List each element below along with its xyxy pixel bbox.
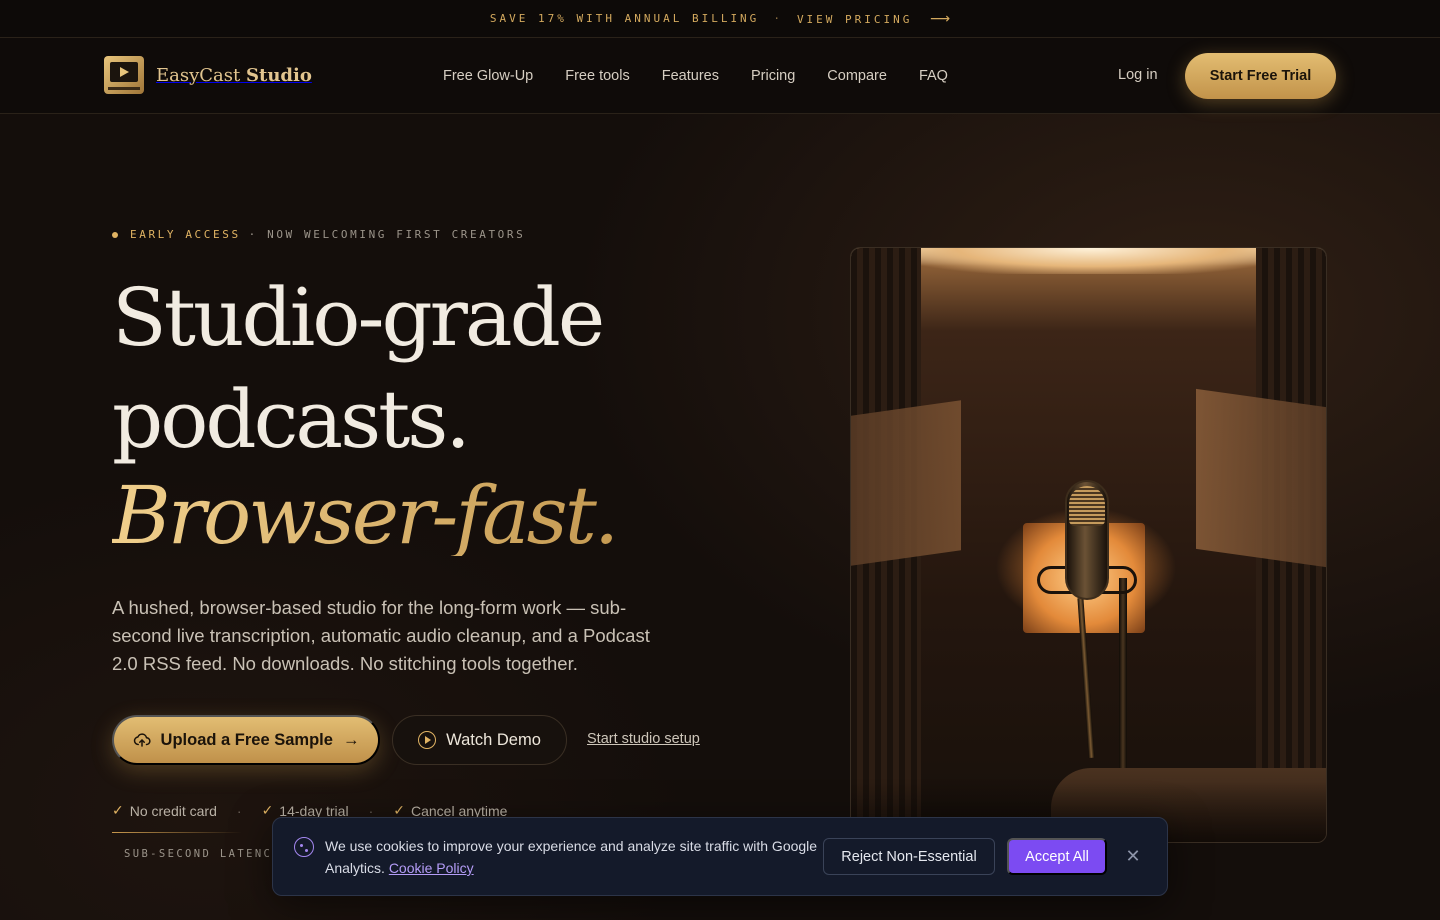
play-icon bbox=[418, 731, 437, 749]
benefit-label: No credit card bbox=[129, 802, 217, 819]
check-icon: ✓ bbox=[112, 802, 124, 818]
view-pricing-label: VIEW PRICING bbox=[796, 12, 913, 26]
eyebrow-rest: · NOW WELCOMING FIRST CREATORS bbox=[248, 228, 526, 241]
nav-link-compare[interactable]: Compare bbox=[827, 68, 887, 84]
status-dot-icon bbox=[112, 231, 118, 238]
cookie-policy-link[interactable]: Cookie Policy bbox=[389, 860, 474, 876]
studio-microphone-image bbox=[850, 247, 1327, 843]
headline-line-3: Browser-fast. bbox=[112, 469, 619, 562]
nav-link-free-glow-up[interactable]: Free Glow-Up bbox=[443, 68, 533, 84]
view-pricing-link[interactable]: VIEW PRICING ⟶ bbox=[797, 11, 950, 27]
latency-label: SUB-SECOND LATENCY bbox=[124, 848, 281, 860]
logo-icon bbox=[104, 56, 144, 94]
nav-link-features[interactable]: Features bbox=[662, 68, 719, 84]
benefit-no-credit-card: ✓ No credit card bbox=[112, 802, 217, 819]
cookie-icon bbox=[294, 837, 314, 857]
hero-description: A hushed, browser-based studio for the l… bbox=[112, 597, 650, 674]
promo-separator: · bbox=[773, 12, 783, 25]
arrow-right-icon: ⟶ bbox=[930, 10, 951, 27]
arrow-right-icon: → bbox=[342, 730, 360, 749]
brand-name-suffix: Studio bbox=[246, 64, 312, 86]
watch-demo-button[interactable]: Watch Demo bbox=[392, 715, 567, 765]
headline-line-1: Studio-grade bbox=[112, 271, 605, 364]
reject-non-essential-button[interactable]: Reject Non-Essential bbox=[823, 838, 995, 875]
nav-link-free-tools[interactable]: Free tools bbox=[565, 68, 629, 84]
watch-demo-label: Watch Demo bbox=[446, 730, 541, 749]
brand-logo-link[interactable]: EasyCast Studio bbox=[104, 56, 312, 94]
main-nav: EasyCast Studio Free Glow-Up Free tools … bbox=[0, 38, 1440, 114]
cookie-message: We use cookies to improve your experienc… bbox=[325, 835, 825, 879]
headline-line-2: podcasts. bbox=[112, 373, 471, 466]
upload-label: Upload a Free Sample bbox=[160, 730, 333, 749]
gold-divider bbox=[112, 832, 242, 833]
check-icon: ✓ bbox=[261, 802, 274, 818]
promo-text: SAVE 17% WITH ANNUAL BILLING bbox=[489, 12, 760, 25]
cookie-banner: We use cookies to improve your experienc… bbox=[272, 817, 1168, 896]
start-free-trial-button[interactable]: Start Free Trial bbox=[1185, 53, 1336, 99]
nav-link-faq[interactable]: FAQ bbox=[919, 68, 948, 84]
promo-bar: SAVE 17% WITH ANNUAL BILLING · VIEW PRIC… bbox=[0, 0, 1440, 38]
benefit-separator: · bbox=[236, 802, 242, 819]
accept-all-button[interactable]: Accept All bbox=[1007, 838, 1107, 875]
brand-name-prefix: EasyCast bbox=[156, 64, 241, 86]
start-studio-setup-link[interactable]: Start studio setup bbox=[587, 731, 700, 747]
nav-link-pricing[interactable]: Pricing bbox=[751, 68, 795, 84]
upload-cloud-icon bbox=[133, 733, 151, 747]
hero-eyebrow: EARLY ACCESS · NOW WELCOMING FIRST CREAT… bbox=[112, 228, 525, 241]
brand-name: EasyCast Studio bbox=[156, 65, 312, 86]
close-icon[interactable]: ✕ bbox=[1123, 846, 1143, 866]
upload-free-sample-button[interactable]: Upload a Free Sample → bbox=[112, 715, 380, 765]
eyebrow-accent: EARLY ACCESS bbox=[130, 228, 241, 241]
login-link[interactable]: Log in bbox=[1118, 67, 1158, 83]
nav-links: Free Glow-Up Free tools Features Pricing… bbox=[443, 38, 948, 114]
